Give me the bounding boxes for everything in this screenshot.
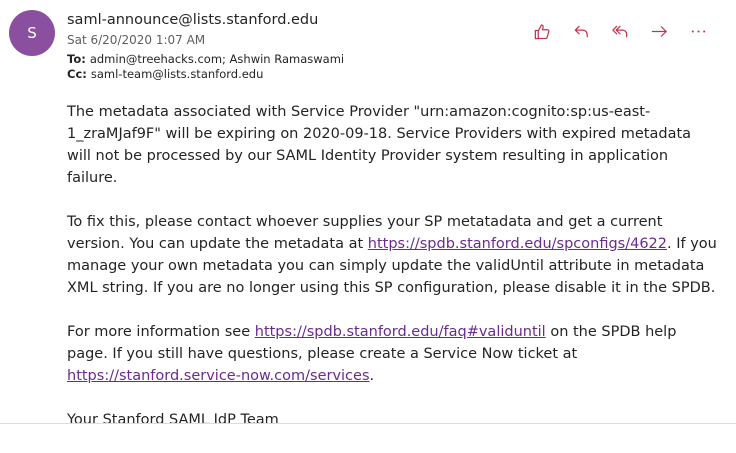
- body-text: .: [369, 368, 375, 384]
- more-actions-button[interactable]: [679, 21, 718, 41]
- cc-recipients[interactable]: saml-team@lists.stanford.edu: [91, 67, 264, 81]
- message-actions: [523, 21, 718, 41]
- to-row: To: admin@treehacks.com; Ashwin Ramaswami: [67, 52, 344, 67]
- cc-row: Cc: saml-team@lists.stanford.edu: [67, 67, 344, 82]
- thumbs-up-icon: [534, 23, 550, 39]
- faq-link[interactable]: https://spdb.stanford.edu/faq#validuntil: [255, 324, 546, 340]
- reply-all-button[interactable]: [601, 21, 640, 41]
- to-label: To:: [67, 52, 86, 66]
- message-header: saml-announce@lists.stanford.edu Sat 6/2…: [67, 10, 344, 82]
- divider: [0, 423, 736, 424]
- avatar-initial: S: [27, 24, 37, 42]
- message-date: Sat 6/20/2020 1:07 AM: [67, 33, 206, 47]
- body-paragraph-2: To fix this, please contact whoever supp…: [67, 211, 717, 299]
- forward-button[interactable]: [640, 21, 679, 41]
- reply-button[interactable]: [562, 21, 601, 41]
- cc-label: Cc:: [67, 67, 87, 81]
- body-paragraph-1: The metadata associated with Service Pro…: [67, 104, 692, 186]
- like-button[interactable]: [523, 21, 562, 41]
- reply-all-icon: [612, 25, 628, 37]
- reply-icon: [574, 25, 588, 37]
- body-text: For more information see: [67, 324, 255, 340]
- message-body: The metadata associated with Service Pro…: [67, 101, 717, 453]
- forward-icon: [651, 25, 667, 37]
- to-recipients[interactable]: admin@treehacks.com; Ashwin Ramaswami: [90, 52, 344, 66]
- body-paragraph-3: For more information see https://spdb.st…: [67, 321, 717, 387]
- service-now-link[interactable]: https://stanford.service-now.com/service…: [67, 368, 370, 384]
- sender-address[interactable]: saml-announce@lists.stanford.edu: [67, 10, 344, 30]
- signature: Your Stanford SAML IdP Team: [67, 412, 279, 428]
- more-actions-icon: [691, 29, 706, 33]
- sender-avatar[interactable]: S: [9, 10, 55, 56]
- spconfig-link[interactable]: https://spdb.stanford.edu/spconfigs/4622: [368, 236, 667, 252]
